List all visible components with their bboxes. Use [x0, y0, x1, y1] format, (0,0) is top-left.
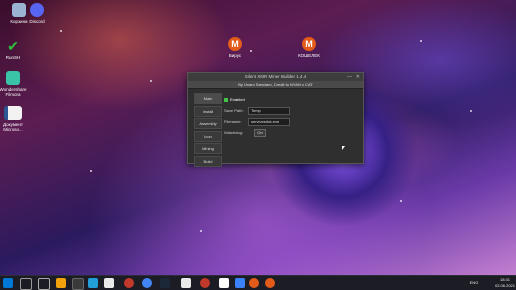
star [90, 170, 92, 172]
desktop-icon-label: КОШЕЛЕК [298, 53, 320, 58]
clock-date[interactable]: 02.06.2021 [494, 283, 516, 288]
filename-input[interactable]: servicestick.exe [248, 118, 290, 126]
watchdog-toggle[interactable]: On [254, 129, 266, 137]
watchdog-label: Watchdog: [224, 130, 243, 135]
clock-time[interactable]: 18:31 [494, 277, 516, 282]
sidebar-item-build[interactable]: Build [194, 155, 222, 167]
start-icon[interactable] [3, 278, 13, 288]
tb-app-icon[interactable] [219, 278, 229, 288]
miner-builder-window: Silent XMR Miner Builder 1.4.4 — ✕ By Un… [187, 72, 364, 167]
desktop-icon-label: Discord [29, 19, 45, 24]
filmora-icon [6, 71, 20, 85]
install-panel: Enabled Save Path: Temp Filename: servic… [224, 97, 357, 159]
desktop-icon-word-document[interactable]: Документ Microso... [0, 106, 30, 132]
desktop-icon-monero-2[interactable]: M КОШЕЛЕК [292, 37, 326, 58]
desktop-icon-runsh[interactable]: ✔ RunSH [0, 39, 30, 60]
tb-app-icon[interactable] [72, 278, 84, 290]
task-view-icon[interactable] [38, 278, 50, 290]
steam-icon[interactable] [160, 278, 170, 288]
window-subtitle: By Unam Sanctam, Credit to NYAN x CAT [188, 81, 363, 89]
enabled-label: Enabled [230, 97, 245, 102]
tb-app-icon[interactable] [104, 278, 114, 288]
desktop-icon-discord[interactable]: Discord [20, 3, 54, 24]
window-title: Silent XMR Miner Builder 1.4.4 [244, 74, 307, 79]
monero-icon: M [302, 37, 316, 51]
sidebar-item-icon[interactable]: Icon [194, 130, 222, 142]
close-button[interactable]: ✕ [356, 73, 360, 81]
mouse-cursor [342, 146, 345, 150]
desktop-icon-label: RunSH [5, 55, 21, 60]
filename-label: Filename: [224, 119, 242, 124]
sidebar-item-assembly[interactable]: Assembly [194, 118, 222, 129]
star [470, 110, 472, 112]
discord-icon [30, 3, 44, 17]
language-indicator[interactable]: ENG [468, 280, 480, 285]
enabled-checkbox-row[interactable]: Enabled [224, 97, 245, 102]
window-titlebar[interactable]: Silent XMR Miner Builder 1.4.4 — ✕ [188, 73, 363, 81]
star [400, 200, 402, 202]
sidebar: Main Install Assembly Icon Mining Build [194, 93, 222, 168]
minimize-button[interactable]: — [347, 73, 352, 81]
file-explorer-icon[interactable] [56, 278, 66, 288]
tb-app-icon[interactable] [235, 278, 245, 288]
star [200, 230, 202, 232]
desktop-icon-monero-1[interactable]: M Бирус [218, 37, 252, 58]
opera-icon[interactable] [124, 278, 134, 288]
tb-app-icon[interactable] [181, 278, 191, 288]
save-path-select[interactable]: Temp [248, 107, 290, 115]
monero-icon[interactable] [249, 278, 259, 288]
document-icon [4, 106, 22, 120]
enabled-checkbox[interactable] [224, 97, 228, 102]
search-icon[interactable] [20, 278, 32, 290]
monero-icon: M [228, 37, 242, 51]
taskbar: ENG 18:31 02.06.2021 [0, 275, 516, 290]
desktop-icon-filmora[interactable]: Wondershare Filmora [0, 71, 30, 97]
telegram-icon[interactable] [88, 278, 98, 288]
save-path-label: Save Path: [224, 108, 244, 113]
sidebar-item-mining[interactable]: Mining [194, 143, 222, 154]
desktop-icon-label: Документ Microso... [3, 122, 23, 132]
star [150, 80, 152, 82]
monero-icon[interactable] [265, 278, 275, 288]
checkmark-icon: ✔ [7, 38, 19, 54]
sidebar-item-main[interactable]: Main [194, 93, 222, 104]
star [60, 30, 62, 32]
record-icon[interactable] [200, 278, 210, 288]
chrome-icon[interactable] [142, 278, 152, 288]
desktop-icon-label: Wondershare Filmora [0, 87, 27, 97]
desktop-icon-label: Бирус [228, 53, 242, 58]
sidebar-item-install[interactable]: Install [194, 105, 222, 117]
star [420, 40, 422, 42]
